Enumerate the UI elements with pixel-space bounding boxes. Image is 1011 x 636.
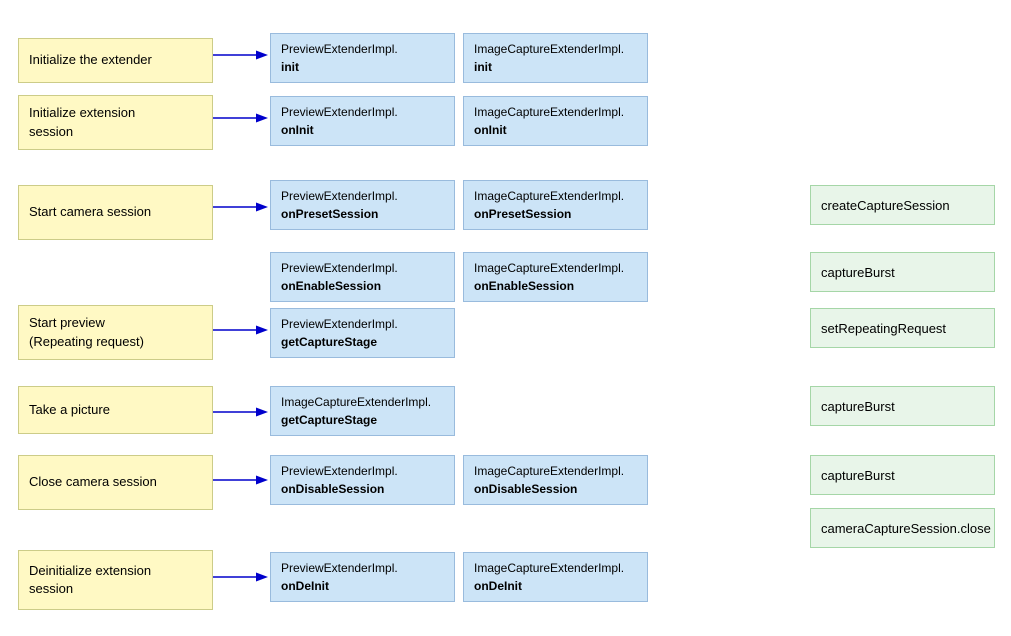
blue-box-preview-getcapturestage: PreviewExtenderImpl.getCaptureStage: [270, 308, 455, 358]
diagram: Initialize the extender Initialize exten…: [0, 0, 1011, 636]
blue-box-image-ondisablesession: ImageCaptureExtenderImpl.onDisableSessio…: [463, 455, 648, 505]
green-box-setrepeatingrequest: setRepeatingRequest: [810, 308, 995, 348]
blue-box-preview-oninit: PreviewExtenderImpl.onInit: [270, 96, 455, 146]
yellow-box-close-camera: Close camera session: [18, 455, 213, 510]
blue-box-preview-onpresetsession: PreviewExtenderImpl.onPresetSession: [270, 180, 455, 230]
yellow-box-start-camera: Start camera session: [18, 185, 213, 240]
blue-box-image-init: ImageCaptureExtenderImpl.init: [463, 33, 648, 83]
blue-box-preview-ondisablesession: PreviewExtenderImpl.onDisableSession: [270, 455, 455, 505]
green-box-captureburst-2: captureBurst: [810, 386, 995, 426]
yellow-box-initialize-session: Initialize extensionsession: [18, 95, 213, 150]
blue-box-image-onenablesession: ImageCaptureExtenderImpl.onEnableSession: [463, 252, 648, 302]
yellow-box-initialize-extender: Initialize the extender: [18, 38, 213, 83]
blue-box-image-ondeinit: ImageCaptureExtenderImpl.onDeInit: [463, 552, 648, 602]
blue-box-image-oninit: ImageCaptureExtenderImpl.onInit: [463, 96, 648, 146]
blue-box-preview-onenablesession: PreviewExtenderImpl.onEnableSession: [270, 252, 455, 302]
green-box-captureburst-1: captureBurst: [810, 252, 995, 292]
green-box-captureburst-3: captureBurst: [810, 455, 995, 495]
yellow-box-take-picture: Take a picture: [18, 386, 213, 434]
green-box-cameracapturesession-close: cameraCaptureSession.close: [810, 508, 995, 548]
blue-box-image-onpresetsession: ImageCaptureExtenderImpl.onPresetSession: [463, 180, 648, 230]
yellow-box-start-preview: Start preview(Repeating request): [18, 305, 213, 360]
green-box-createcapturesession: createCaptureSession: [810, 185, 995, 225]
yellow-box-deinitialize: Deinitialize extensionsession: [18, 550, 213, 610]
blue-box-image-getcapturestage: ImageCaptureExtenderImpl.getCaptureStage: [270, 386, 455, 436]
blue-box-preview-ondeinit: PreviewExtenderImpl.onDeInit: [270, 552, 455, 602]
blue-box-preview-init: PreviewExtenderImpl.init: [270, 33, 455, 83]
